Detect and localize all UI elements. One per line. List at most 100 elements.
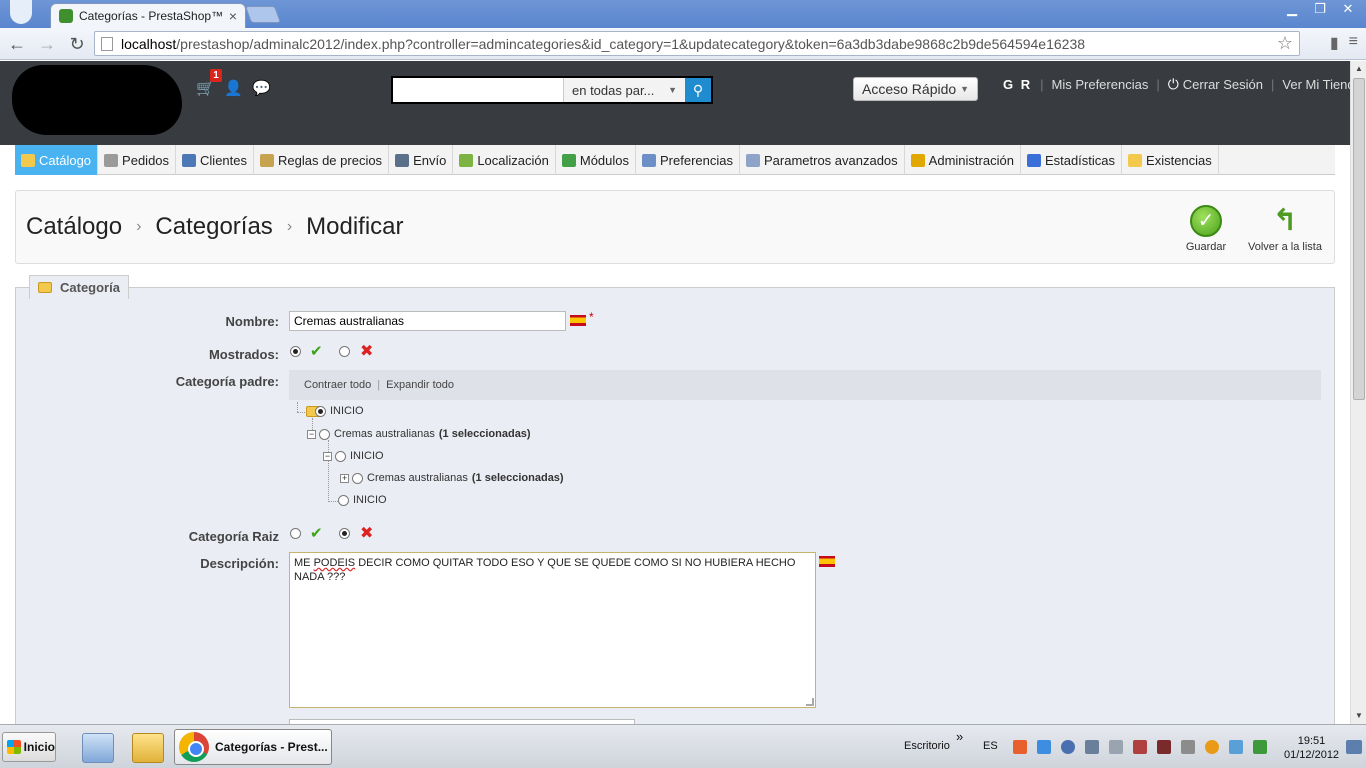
tree-node-child[interactable]: − Cremas australianas (1 seleccionadas) bbox=[307, 428, 531, 440]
scroll-down-icon[interactable]: ▼ bbox=[1352, 709, 1366, 723]
menu-item-8[interactable]: Parametros avanzados bbox=[740, 145, 905, 175]
cross-icon: ✖ bbox=[360, 525, 374, 542]
signal-icon[interactable]: ▮ bbox=[1330, 33, 1339, 53]
quick-access-select[interactable]: Acceso Rápido ▼ bbox=[853, 77, 978, 101]
device-tray-icon[interactable] bbox=[1229, 740, 1243, 754]
menu-item-7[interactable]: Preferencias bbox=[636, 145, 740, 175]
network-warning-tray-icon[interactable] bbox=[1133, 740, 1147, 754]
menu-item-4[interactable]: Envío bbox=[389, 145, 454, 175]
cart-icon[interactable]: 🛒 bbox=[196, 80, 215, 98]
spain-flag-icon[interactable] bbox=[570, 315, 586, 326]
collapse-all-link[interactable]: Contraer todo bbox=[304, 379, 371, 391]
collapse-node-icon[interactable]: − bbox=[323, 451, 332, 461]
resize-handle-icon[interactable] bbox=[806, 698, 814, 706]
menu-item-5[interactable]: Localización bbox=[453, 145, 556, 175]
description-textarea[interactable]: ME PODEIS DECIR COMO QUITAR TODO ESO Y Q… bbox=[289, 552, 816, 708]
bookmark-star-icon[interactable]: ☆ bbox=[1277, 33, 1293, 54]
menu-item-3[interactable]: Reglas de precios bbox=[254, 145, 390, 175]
menu-item-11[interactable]: Existencias bbox=[1122, 145, 1219, 175]
tree-node-label: Cremas australianas bbox=[334, 428, 435, 440]
breadcrumb-categories[interactable]: Categorías bbox=[155, 213, 272, 241]
menu-item-9[interactable]: Administración bbox=[905, 145, 1021, 175]
tree-node-last-inicio[interactable]: INICIO bbox=[338, 494, 387, 506]
power-icon: ⏻ bbox=[1167, 76, 1179, 92]
wrench-menu-icon[interactable]: ≡ bbox=[1349, 33, 1358, 53]
breadcrumb-catalog[interactable]: Catálogo bbox=[26, 213, 122, 241]
tree-last-inicio-radio[interactable] bbox=[338, 494, 349, 506]
menu-item-6[interactable]: Módulos bbox=[556, 145, 636, 175]
root-yes-radio[interactable] bbox=[290, 528, 301, 539]
file-explorer-icon[interactable] bbox=[132, 733, 164, 763]
url-text[interactable]: localhost/prestashop/adminalc2012/index.… bbox=[121, 36, 1277, 52]
start-button[interactable]: Inicio bbox=[2, 732, 56, 762]
displayed-yes-radio[interactable] bbox=[290, 346, 301, 357]
displayed-no-radio[interactable] bbox=[339, 346, 350, 357]
dropbox-tray-icon[interactable] bbox=[1037, 740, 1051, 754]
spain-flag-icon[interactable] bbox=[819, 556, 835, 567]
browser-tabstrip: Categorías - PrestaShop™ × ▁ ❐ ✕ bbox=[0, 0, 1366, 28]
calculator-icon[interactable] bbox=[82, 733, 114, 763]
tab-close-icon[interactable]: × bbox=[229, 8, 237, 24]
clock-time: 19:51 bbox=[1297, 735, 1326, 747]
xampp-tray-icon[interactable] bbox=[1013, 740, 1027, 754]
tree-node-sub-inicio[interactable]: − INICIO bbox=[323, 450, 384, 462]
language-indicator[interactable]: ES bbox=[983, 740, 998, 752]
search-scope-select[interactable]: en todas par... ▼ bbox=[563, 78, 685, 102]
page-scrollbar[interactable]: ▲ ▼ bbox=[1350, 61, 1366, 724]
minimize-button[interactable]: ▁ bbox=[1280, 0, 1304, 18]
save-button[interactable]: ✓ Guardar bbox=[1176, 205, 1236, 253]
tree-node-root[interactable]: INICIO bbox=[306, 405, 364, 417]
admin-search: en todas par... ▼ ⚲ bbox=[391, 76, 713, 104]
taskbar-chrome-window[interactable]: Categorías - Prest... bbox=[174, 729, 332, 765]
my-preferences-link[interactable]: Mis Preferencias bbox=[1052, 77, 1149, 92]
customers-icon[interactable]: 👤 bbox=[224, 80, 243, 98]
menu-item-1[interactable]: Pedidos bbox=[98, 145, 177, 175]
reload-icon[interactable]: ↻ bbox=[64, 31, 90, 57]
tree-sub-inicio-radio[interactable] bbox=[335, 450, 346, 462]
new-tab-button[interactable] bbox=[244, 6, 282, 23]
menu-item-icon bbox=[1128, 153, 1143, 167]
expand-all-link[interactable]: Expandir todo bbox=[386, 379, 454, 391]
root-no-radio[interactable] bbox=[339, 528, 350, 539]
menu-item-2[interactable]: Clientes bbox=[176, 145, 254, 175]
desktop-toolbar-label[interactable]: Escritorio bbox=[904, 740, 950, 752]
menu-item-label: Estadísticas bbox=[1044, 152, 1116, 168]
restore-button[interactable]: ❐ bbox=[1308, 0, 1332, 18]
form-legend-label: Categoría bbox=[60, 280, 120, 295]
system-clock[interactable]: 19:51 01/12/2012 bbox=[1284, 734, 1339, 762]
close-window-button[interactable]: ✕ bbox=[1336, 0, 1360, 18]
menu-item-10[interactable]: Estadísticas bbox=[1021, 145, 1123, 175]
tree-sub-child-radio[interactable] bbox=[352, 472, 363, 484]
update-tray-icon[interactable] bbox=[1205, 740, 1219, 754]
browser-tab[interactable]: Categorías - PrestaShop™ × bbox=[50, 3, 246, 28]
back-to-list-button[interactable]: ↰ Volver a la lista bbox=[1244, 205, 1326, 254]
tree-child-radio[interactable] bbox=[319, 428, 330, 440]
network-globe-tray-icon[interactable] bbox=[1061, 740, 1075, 754]
security-tray-icon[interactable] bbox=[1253, 740, 1267, 754]
antivirus-tray-icon[interactable] bbox=[1157, 740, 1171, 754]
collapse-node-icon[interactable]: − bbox=[307, 429, 316, 439]
description-misspelled-word: PODEIS bbox=[313, 557, 356, 569]
forward-arrow-icon[interactable]: → bbox=[34, 31, 60, 57]
tree-node-sub-child[interactable]: + Cremas australianas (1 seleccionadas) bbox=[340, 472, 564, 484]
address-bar[interactable]: localhost/prestashop/adminalc2012/index.… bbox=[94, 31, 1300, 56]
volume-tray-icon[interactable] bbox=[1109, 740, 1123, 754]
logout-link[interactable]: Cerrar Sesión bbox=[1183, 77, 1263, 92]
menu-item-0[interactable]: Catálogo bbox=[15, 145, 99, 175]
expand-node-icon[interactable]: + bbox=[340, 473, 349, 483]
show-desktop-icon[interactable] bbox=[1346, 740, 1362, 754]
clock-date: 01/12/2012 bbox=[1284, 749, 1340, 761]
display-tray-icon[interactable] bbox=[1085, 740, 1099, 754]
back-arrow-icon[interactable]: ← bbox=[4, 31, 30, 57]
parent-category-label: Categoría padre: bbox=[175, 374, 279, 389]
action-center-tray-icon[interactable] bbox=[1181, 740, 1195, 754]
tree-root-radio[interactable] bbox=[315, 405, 326, 417]
breadcrumb-chevron-icon: › bbox=[286, 218, 293, 235]
scroll-up-icon[interactable]: ▲ bbox=[1352, 62, 1366, 76]
name-field[interactable] bbox=[289, 311, 566, 331]
messages-icon[interactable]: 💬 bbox=[252, 80, 271, 98]
search-button[interactable]: ⚲ bbox=[685, 78, 711, 102]
toolbar-expand-chevron[interactable]: » bbox=[956, 729, 963, 744]
scroll-thumb[interactable] bbox=[1353, 78, 1365, 400]
search-input[interactable] bbox=[393, 78, 563, 102]
